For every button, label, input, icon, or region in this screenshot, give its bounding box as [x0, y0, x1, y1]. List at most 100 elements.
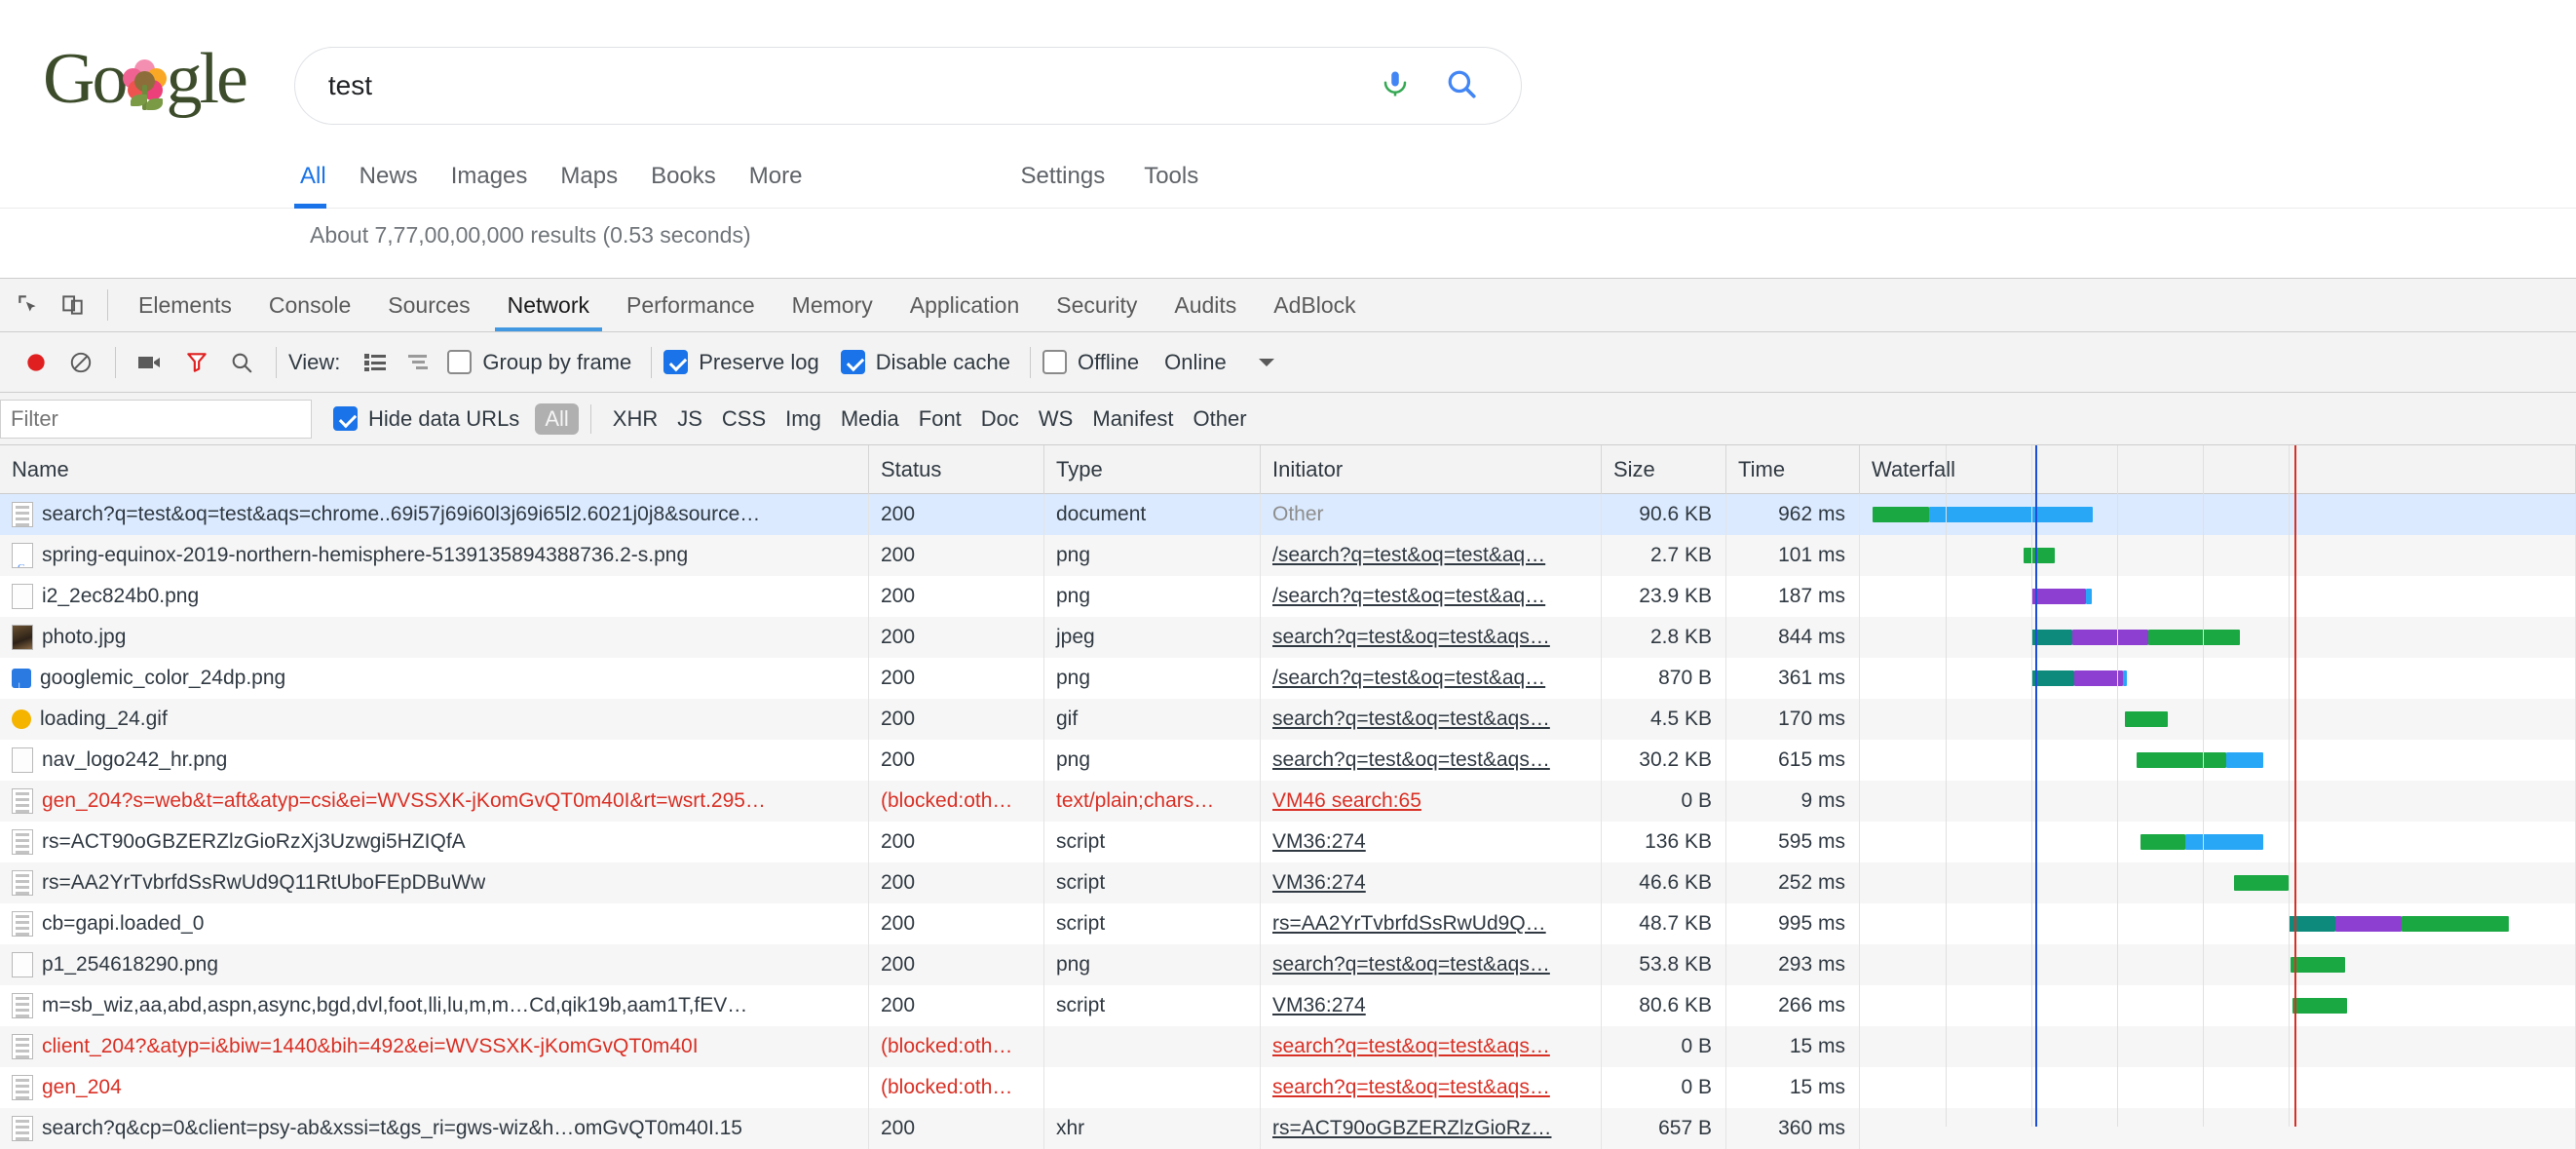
table-row[interactable]: photo.jpg 200 jpeg search?q=test&oq=test&aq… [0, 617, 2576, 658]
waterfall-view-icon[interactable] [397, 332, 439, 393]
table-row[interactable]: rs=ACT90oGBZERZlzGioRzXj3Uzwgi5HZIQfA 200… [0, 822, 2576, 862]
nav-tab-news[interactable]: News [360, 163, 451, 208]
search-submit-icon[interactable] [1445, 67, 1478, 105]
cell-name[interactable]: rs=ACT90oGBZERZlzGioRzXj3Uzwgi5HZIQfA [0, 822, 869, 862]
nav-settings-button[interactable]: Settings [1020, 163, 1144, 208]
cell-waterfall [1860, 1026, 2576, 1067]
table-row[interactable]: m=sb_wiz,aa,abd,aspn,async,bgd,dvl,foot,… [0, 985, 2576, 1026]
inspect-element-icon[interactable] [6, 283, 51, 327]
record-icon[interactable] [14, 332, 58, 393]
chevron-down-icon[interactable] [1248, 332, 1285, 393]
column-header-time[interactable]: Time [1726, 444, 1860, 494]
type-filter-img[interactable]: Img [776, 403, 831, 435]
cell-name[interactable]: googlemic_color_24dp.png [0, 658, 869, 699]
screenshot-camera-icon[interactable] [128, 332, 174, 393]
table-row[interactable]: client_204?&atyp=i&biw=1440&bih=492&ei=W… [0, 1026, 2576, 1067]
cell-name[interactable]: m=sb_wiz,aa,abd,aspn,async,bgd,dvl,foot,… [0, 985, 869, 1026]
waterfall-bar-conn [2031, 670, 2074, 686]
tab-performance[interactable]: Performance [608, 279, 774, 331]
cell-name[interactable]: photo.jpg [0, 617, 869, 658]
search-icon[interactable] [219, 332, 264, 393]
type-filter-doc[interactable]: Doc [971, 403, 1029, 435]
google-doodle-logo[interactable]: Go gle [43, 43, 248, 115]
preserve-log-row[interactable]: Preserve log [663, 350, 819, 375]
table-row[interactable]: rs=AA2YrTvbrfdSsRwUd9Q11RtUboFEpDBuWw 200… [0, 862, 2576, 903]
preserve-log-checkbox[interactable] [663, 350, 689, 374]
cell-name[interactable]: p1_254618290.png [0, 944, 869, 985]
search-box[interactable] [293, 47, 1522, 125]
table-row[interactable]: gen_204?s=web&t=aft&atyp=csi&ei=WVSSXK-j… [0, 781, 2576, 822]
tab-sources[interactable]: Sources [369, 279, 488, 331]
column-header-name[interactable]: Name [0, 444, 869, 494]
search-input[interactable] [294, 69, 1381, 102]
cell-name[interactable]: cb=gapi.loaded_0 [0, 903, 869, 944]
group-by-frame-row[interactable]: Group by frame [447, 350, 631, 375]
table-row[interactable]: nav_logo242_hr.png 200 png search?q=test&oq… [0, 740, 2576, 781]
table-row[interactable]: spring-equinox-2019-northern-hemisphere-… [0, 535, 2576, 576]
nav-tab-images[interactable]: Images [451, 163, 561, 208]
cell-name[interactable]: nav_logo242_hr.png [0, 740, 869, 781]
type-filter-js[interactable]: JS [667, 403, 712, 435]
cell-name[interactable]: search?q&cp=0&client=psy-ab&xssi=t&gs_ri… [0, 1108, 869, 1149]
filter-funnel-icon[interactable] [174, 332, 219, 393]
cell-name[interactable]: spring-equinox-2019-northern-hemisphere-… [0, 535, 869, 576]
cell-name[interactable]: gen_204?s=web&t=aft&atyp=csi&ei=WVSSXK-j… [0, 781, 869, 822]
group-by-frame-checkbox[interactable] [447, 350, 473, 374]
table-row[interactable]: p1_254618290.png 200 png search?q=test&oq=t… [0, 944, 2576, 985]
type-filter-all[interactable]: All [535, 402, 579, 435]
clear-icon[interactable] [58, 332, 103, 393]
microphone-icon[interactable] [1381, 65, 1410, 107]
disable-cache-row[interactable]: Disable cache [840, 350, 1010, 375]
table-row[interactable]: gen_204 (blocked:oth… search?q=test&oq=tes… [0, 1067, 2576, 1108]
tab-elements[interactable]: Elements [120, 279, 250, 331]
nav-tab-all[interactable]: All [292, 163, 360, 209]
throttle-value[interactable]: Online [1164, 350, 1227, 375]
tab-application[interactable]: Application [891, 279, 1039, 331]
type-filter-css[interactable]: CSS [712, 403, 776, 435]
table-row[interactable]: googlemic_color_24dp.png 200png/search?q=… [0, 658, 2576, 699]
cell-name[interactable]: i2_2ec824b0.png [0, 576, 869, 617]
table-row[interactable]: cb=gapi.loaded_0 200 script rs=AA2YrTvbrfdS… [0, 903, 2576, 944]
tab-adblock[interactable]: AdBlock [1255, 279, 1374, 331]
divider [1029, 346, 1031, 378]
cell-name[interactable]: gen_204 [0, 1067, 869, 1108]
column-header-size[interactable]: Size [1602, 444, 1726, 494]
cell-name[interactable]: rs=AA2YrTvbrfdSsRwUd9Q11RtUboFEpDBuWw [0, 862, 869, 903]
offline-checkbox[interactable] [1042, 350, 1067, 374]
type-filter-ws[interactable]: WS [1029, 403, 1082, 435]
tab-audits[interactable]: Audits [1155, 279, 1255, 331]
hide-data-urls-row[interactable]: Hide data URLs [333, 406, 519, 432]
type-filter-other[interactable]: Other [1184, 403, 1257, 435]
filter-input[interactable] [0, 399, 312, 439]
type-filter-media[interactable]: Media [831, 403, 909, 435]
offline-row[interactable]: Offline [1042, 350, 1139, 375]
column-header-type[interactable]: Type [1044, 444, 1261, 494]
tab-memory[interactable]: Memory [774, 279, 891, 331]
nav-tab-more[interactable]: More [749, 163, 836, 208]
tab-network[interactable]: Network [489, 279, 608, 331]
cell-name[interactable]: client_204?&atyp=i&biw=1440&bih=492&ei=W… [0, 1026, 869, 1067]
column-header-initiator[interactable]: Initiator [1261, 444, 1602, 494]
disable-cache-checkbox[interactable] [840, 350, 865, 374]
tab-console[interactable]: Console [250, 279, 369, 331]
column-header-waterfall[interactable]: Waterfall [1860, 444, 2576, 494]
column-header-status[interactable]: Status [869, 444, 1044, 494]
type-filter-font[interactable]: Font [909, 403, 971, 435]
type-filter-manifest[interactable]: Manifest [1082, 403, 1183, 435]
group-by-frame-label: Group by frame [482, 349, 632, 374]
table-row[interactable]: search?q&cp=0&client=psy-ab&xssi=t&gs_ri… [0, 1108, 2576, 1149]
type-filter-xhr[interactable]: XHR [603, 403, 667, 435]
cell-name[interactable]: search?q=test&oq=test&aqs=chrome..69i57j… [0, 494, 869, 535]
table-row[interactable]: loading_24.gif 200 gif search?q=test&oq=tes… [0, 699, 2576, 740]
tab-security[interactable]: Security [1038, 279, 1155, 331]
nav-tools-button[interactable]: Tools [1144, 163, 1237, 208]
list-view-icon[interactable] [354, 332, 397, 393]
device-toolbar-icon[interactable] [51, 283, 95, 327]
nav-tab-maps[interactable]: Maps [560, 163, 651, 208]
table-row[interactable]: search?q=test&oq=test&aqs=chrome..69i57j… [0, 494, 2576, 535]
table-row[interactable]: i2_2ec824b0.png 200 png/search?q=test&oq=t… [0, 576, 2576, 617]
file-type-icon [12, 911, 33, 937]
hide-data-urls-checkbox[interactable] [333, 406, 358, 431]
nav-tab-books[interactable]: Books [651, 163, 749, 208]
cell-name[interactable]: loading_24.gif [0, 699, 869, 740]
